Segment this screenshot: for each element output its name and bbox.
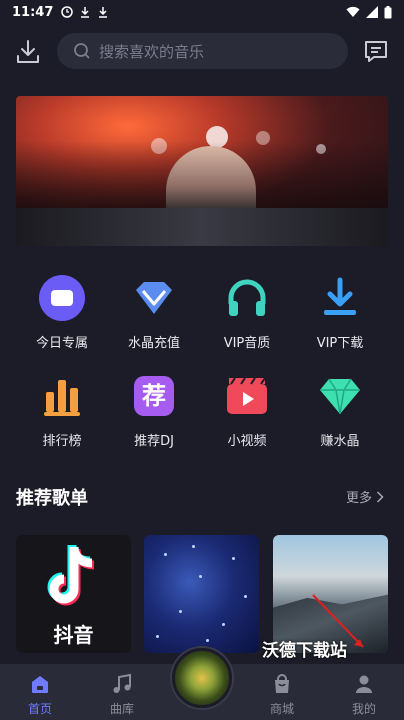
- tiktok-logo: [47, 544, 95, 606]
- tab-label: 我的: [351, 702, 376, 716]
- chevron-right-icon: [376, 490, 384, 503]
- signal-icon: [366, 6, 378, 18]
- now-playing-disc[interactable]: [172, 648, 232, 708]
- status-system-icons: [346, 5, 392, 19]
- download-status-icon: [81, 7, 90, 18]
- crystal-icon: [136, 282, 172, 314]
- sparkle: [156, 635, 159, 638]
- sparkle: [244, 595, 247, 598]
- promo-banner[interactable]: [16, 96, 388, 246]
- tab-library[interactable]: 曲库: [82, 664, 162, 720]
- playlist-card[interactable]: [144, 535, 259, 653]
- today-icon: [39, 275, 85, 321]
- watermark-text: 沃德下载站: [262, 641, 347, 661]
- status-time: 11:47: [12, 4, 54, 20]
- wifi-icon: [346, 6, 360, 17]
- status-bar: 11:47: [0, 0, 404, 24]
- playlist-card[interactable]: 抖音: [16, 535, 131, 653]
- sparkle: [164, 553, 167, 556]
- grid-item-label: 水晶充值: [127, 336, 180, 351]
- tab-home[interactable]: 首页: [0, 664, 80, 720]
- grid-item-recommend-dj[interactable]: 荐 推荐DJ: [109, 372, 199, 449]
- sparkle: [192, 545, 195, 548]
- section-title: 推荐歌单: [16, 488, 88, 509]
- grid-item-vip-quality[interactable]: VIP音质: [202, 274, 292, 351]
- grid-item-label: VIP下载: [316, 336, 364, 351]
- home-icon: [32, 676, 48, 693]
- search-icon: [74, 43, 90, 59]
- sparkle: [206, 639, 209, 642]
- top-bar: 搜索喜欢的音乐: [0, 30, 404, 74]
- app-status-icon: [61, 6, 74, 18]
- grid-item-earn-crystal[interactable]: 赚水晶: [295, 372, 385, 449]
- sparkle: [232, 557, 235, 560]
- profile-icon: [356, 675, 372, 693]
- grid-item-vip-download[interactable]: VIP下载: [295, 274, 385, 351]
- grid-item-ranking[interactable]: 排行榜: [17, 372, 107, 449]
- sparkle: [222, 623, 225, 626]
- tab-shop[interactable]: 商城: [242, 664, 322, 720]
- video-icon: [227, 377, 267, 414]
- tab-label: 首页: [27, 702, 52, 716]
- grid-item-label: 今日专属: [35, 336, 88, 351]
- grid-item-label: 赚水晶: [320, 434, 360, 449]
- status-notification-icons: [61, 6, 109, 18]
- message-button[interactable]: [362, 38, 390, 66]
- dj-deck: [16, 208, 388, 246]
- grid-item-label: 小视频: [227, 434, 267, 449]
- download-icon: [324, 277, 356, 315]
- download-status-icon: [99, 7, 108, 18]
- sparkle: [199, 575, 202, 578]
- music-note-icon: [113, 673, 131, 693]
- more-label: 更多: [346, 491, 373, 506]
- tab-label: 曲库: [109, 702, 134, 716]
- tab-label: 商城: [269, 702, 294, 716]
- shop-icon: [275, 674, 289, 693]
- search-bar[interactable]: 搜索喜欢的音乐: [57, 33, 348, 69]
- message-icon: [365, 41, 387, 62]
- gem-icon: [320, 378, 360, 415]
- recommend-icon-glyph: 荐: [142, 382, 166, 410]
- grid-item-short-video[interactable]: 小视频: [202, 372, 292, 449]
- grid-item-label: VIP音质: [223, 336, 271, 351]
- grid-item-label: 排行榜: [42, 434, 82, 449]
- grid-item-crystal-recharge[interactable]: 水晶充值: [109, 274, 199, 351]
- grid-item-label: 推荐DJ: [134, 434, 174, 449]
- sparkle: [179, 610, 182, 613]
- headphones-icon: [228, 279, 266, 316]
- tab-profile[interactable]: 我的: [324, 664, 404, 720]
- ranking-icon: [44, 380, 80, 416]
- more-link[interactable]: 更多: [346, 487, 384, 506]
- search-placeholder: 搜索喜欢的音乐: [99, 42, 205, 61]
- grid-item-today[interactable]: 今日专属: [17, 274, 107, 351]
- battery-icon: [384, 5, 392, 18]
- download-manager-button[interactable]: [14, 38, 42, 66]
- playlist-card-title: 抖音: [53, 623, 94, 647]
- download-icon: [17, 40, 39, 63]
